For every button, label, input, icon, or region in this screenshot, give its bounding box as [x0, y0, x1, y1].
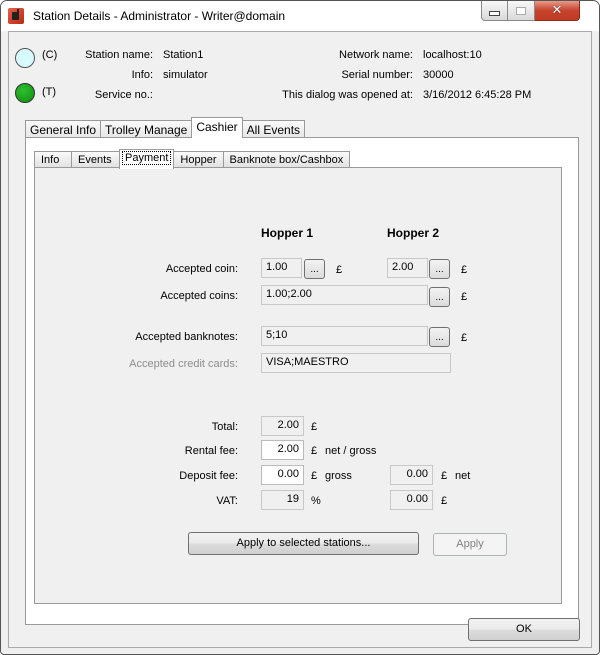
info-value: simulator: [163, 69, 208, 81]
tab-cashier[interactable]: Cashier: [191, 117, 243, 138]
rental-fee-currency: £: [311, 445, 318, 457]
deposit-fee-field[interactable]: 0.00: [261, 465, 304, 485]
deposit-fee-gross-suffix: gross: [325, 470, 352, 482]
rental-fee-field[interactable]: 2.00: [261, 440, 304, 460]
accepted-coins-field[interactable]: 1.00;2.00: [261, 285, 428, 305]
vat-field: 19: [261, 490, 304, 510]
hopper-2-coin-field[interactable]: 2.00: [387, 258, 428, 278]
vat-label: VAT:: [216, 495, 238, 507]
vat-amount-currency: £: [441, 495, 448, 507]
accepted-credit-cards-field: VISA;MAESTRO: [261, 353, 451, 373]
deposit-fee-net-currency: £: [441, 470, 448, 482]
serial-number-value: 30000: [423, 69, 454, 81]
accepted-coin-label: Accepted coin:: [165, 263, 238, 275]
network-name-label: Network name:: [339, 49, 413, 61]
cashier-status-indicator-icon: [15, 48, 35, 68]
inner-tab-bar: Info Events Payment Hopper Banknote box/…: [34, 149, 351, 169]
trolley-status-indicator-icon: [15, 83, 35, 103]
tab-payment-label: Payment: [122, 151, 172, 165]
total-field: 2.00: [261, 416, 304, 436]
apply-button[interactable]: Apply: [433, 533, 507, 556]
accepted-banknotes-label: Accepted banknotes:: [135, 331, 238, 343]
rental-fee-label: Rental fee:: [184, 445, 238, 457]
deposit-fee-net-suffix: net: [455, 470, 471, 482]
accepted-coins-browse-button[interactable]: ...: [429, 287, 450, 307]
close-icon: ✕: [551, 3, 563, 18]
window-title: Station Details - Administrator - Writer…: [33, 9, 286, 23]
rental-fee-suffix: net / gross: [325, 445, 377, 457]
payment-tab-panel: Hopper 1 Hopper 2 Accepted coin: 1.00 ..…: [34, 167, 562, 604]
hopper-1-coin-field[interactable]: 1.00: [261, 258, 302, 278]
cashier-status-tag: (C): [42, 49, 58, 61]
app-icon: [8, 8, 24, 24]
accepted-banknotes-currency: £: [461, 332, 468, 344]
apply-to-selected-stations-button[interactable]: Apply to selected stations...: [188, 532, 419, 555]
hopper-2-coin-currency: £: [461, 264, 468, 276]
ok-button[interactable]: OK: [468, 618, 580, 641]
hopper-1-coin-browse-button[interactable]: ...: [304, 259, 325, 279]
title-bar[interactable]: Station Details - Administrator - Writer…: [1, 1, 599, 31]
accepted-banknotes-browse-button[interactable]: ...: [429, 327, 450, 347]
station-name-label: Station name:: [85, 49, 153, 61]
deposit-fee-label: Deposit fee:: [179, 470, 238, 482]
info-label: Info:: [131, 69, 153, 81]
accepted-banknotes-field[interactable]: 5;10: [261, 326, 428, 346]
vat-amount-field: 0.00: [390, 490, 433, 510]
hopper-1-header: Hopper 1: [261, 226, 314, 240]
opened-at-value: 3/16/2012 6:45:28 PM: [423, 89, 532, 101]
dialog-client: (C) (T) Station name: Station1 Info: sim…: [8, 31, 592, 648]
hopper-2-header: Hopper 2: [387, 226, 440, 240]
outer-tab-bar: General Info Trolley Manage Cashier All …: [25, 117, 306, 138]
deposit-fee-currency: £: [311, 470, 318, 482]
hopper-2-coin-browse-button[interactable]: ...: [429, 259, 450, 279]
maximize-icon: [516, 6, 526, 15]
station-name-value: Station1: [163, 49, 204, 61]
close-button[interactable]: ✕: [535, 1, 580, 21]
serial-number-label: Serial number:: [341, 69, 413, 81]
tab-payment[interactable]: Payment: [119, 149, 175, 169]
cashier-tab-panel: Info Events Payment Hopper Banknote box/…: [25, 137, 579, 625]
station-details-window: Station Details - Administrator - Writer…: [0, 0, 600, 655]
network-name-value: localhost:10: [423, 49, 482, 61]
tab-general-info[interactable]: General Info: [25, 120, 102, 138]
service-no-label: Service no.:: [94, 89, 153, 101]
trolley-status-tag: (T): [42, 86, 57, 98]
total-label: Total:: [211, 421, 238, 433]
tab-trolley-manage[interactable]: Trolley Manage: [100, 120, 193, 138]
opened-at-label: This dialog was opened at:: [282, 89, 413, 101]
total-currency: £: [311, 421, 318, 433]
maximize-button[interactable]: [508, 1, 535, 21]
minimize-icon: [489, 10, 500, 16]
vat-unit: %: [311, 495, 321, 507]
hopper-1-coin-currency: £: [336, 264, 343, 276]
accepted-coins-currency: £: [461, 291, 468, 303]
minimize-button[interactable]: [481, 1, 508, 21]
accepted-credit-cards-label: Accepted credit cards:: [129, 358, 238, 370]
tab-all-events[interactable]: All Events: [241, 120, 306, 138]
deposit-fee-net-field: 0.00: [390, 465, 433, 485]
accepted-coins-label: Accepted coins:: [160, 290, 238, 302]
